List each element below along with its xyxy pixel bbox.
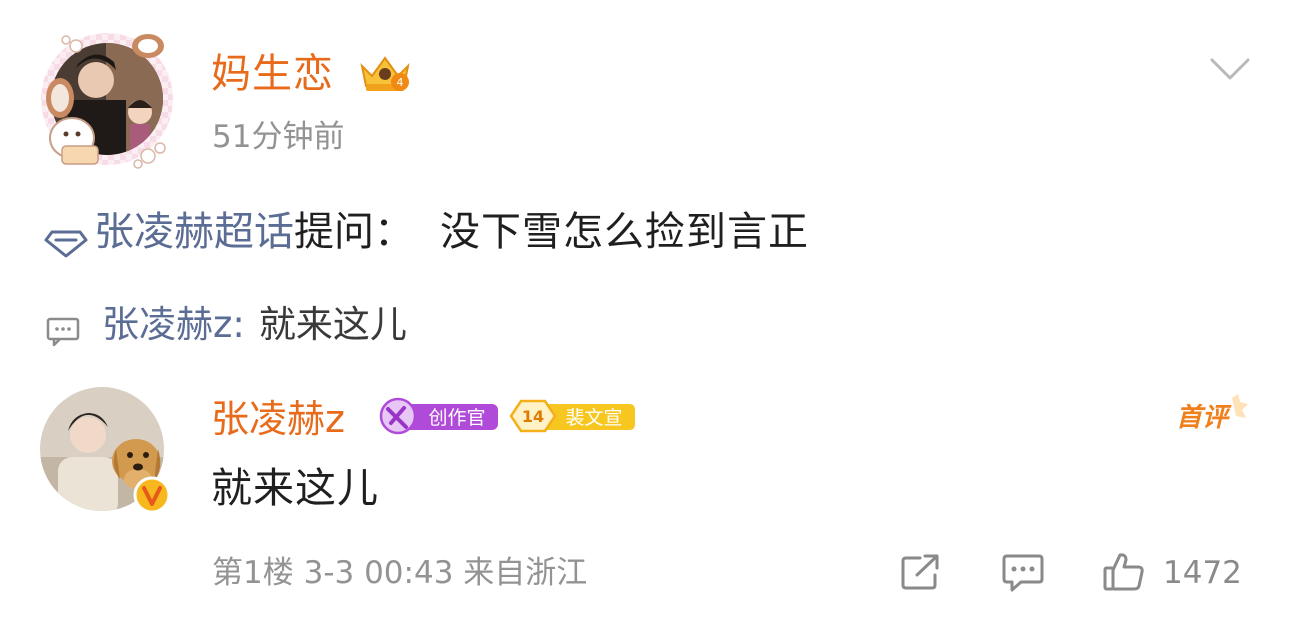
fan-badge-name: 裴文宣 [565,407,622,429]
question-text: 没下雪怎么捡到言正 [440,209,809,255]
like-count: 1472 [1163,555,1242,591]
comment-text: 就来这儿 [211,464,379,512]
vip-crown-icon: 4 [356,52,414,96]
floor-number: 第1楼 [212,555,294,591]
share-icon[interactable] [900,553,942,591]
first-comment-badge: 首评 [1170,392,1252,438]
comment-icon[interactable] [1001,553,1045,593]
question-label: 提问： [294,209,414,255]
post-time: 51分钟前 [212,119,345,155]
comment-bubble-icon [46,310,80,347]
author-avatar[interactable] [36,28,178,170]
thumbs-up-icon[interactable] [1102,551,1146,593]
verified-v-icon [133,476,171,514]
commenter-name[interactable]: 张凌赫z [211,394,345,444]
author-name[interactable]: 妈生恋 [211,48,334,100]
commenter-avatar[interactable] [40,387,171,515]
quoted-user-link[interactable]: 张凌赫z: [102,300,245,350]
post-content: 张凌赫超话 提问： 没下雪怎么捡到言正 [44,204,809,260]
creator-badge-label: 创作官 [428,407,485,429]
quoted-text: 就来这儿 [258,303,407,346]
comment-datetime: 3-3 00:43 [303,555,454,591]
fan-level-badge[interactable]: 14 裴文宣 [507,397,637,435]
fan-level-number: 14 [522,407,544,426]
quoted-reply[interactable]: 张凌赫z: 就来这儿 [46,300,407,350]
creator-badge[interactable]: 创作官 [378,397,500,435]
super-topic-link[interactable]: 张凌赫超话 [94,204,294,260]
chevron-down-icon[interactable] [1209,56,1251,82]
comment-location: 来自浙江 [463,555,588,591]
svg-text:4: 4 [397,76,404,89]
super-topic-icon [44,217,88,258]
first-comment-label: 首评 [1176,403,1232,433]
comment-meta: 第1楼 3-3 00:43 来自浙江 [212,551,587,595]
